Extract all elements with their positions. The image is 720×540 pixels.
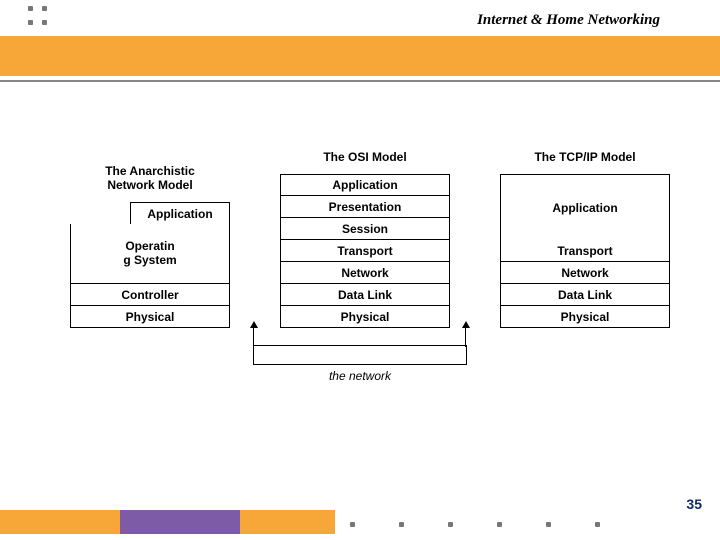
title-band [0, 36, 720, 76]
layer-transport: Transport [280, 240, 450, 262]
layer-transport: Transport [500, 240, 670, 262]
column-title: The TCP/IP Model [534, 150, 635, 164]
page-title: Internet & Home Networking [477, 12, 660, 29]
footer-dots [350, 522, 600, 527]
corner-dots [28, 6, 52, 30]
layer-application: Application [280, 174, 450, 196]
column-title: The OSI Model [323, 150, 406, 164]
model-column-tcpip: The TCP/IP Model Application Transport N… [500, 150, 670, 328]
page-number: 35 [686, 496, 702, 512]
column-title: The Anarchistic Network Model [105, 164, 195, 193]
network-label: the network [225, 369, 495, 383]
model-column-osi: The OSI Model Application Presentation S… [280, 150, 450, 328]
layer-physical: Physical [500, 306, 670, 328]
layer-data-link: Data Link [280, 284, 450, 306]
layer-application: Application [500, 174, 670, 240]
layer-data-link: Data Link [500, 284, 670, 306]
layer-presentation: Presentation [280, 196, 450, 218]
layer-operating-system: Operatin g System [70, 224, 230, 284]
layer-network: Network [280, 262, 450, 284]
layer-controller: Controller [70, 284, 230, 306]
layer-network: Network [500, 262, 670, 284]
model-column-anarchistic: The Anarchistic Network Model Applicatio… [70, 164, 230, 329]
network-models-diagram: The Anarchistic Network Model Applicatio… [70, 150, 670, 328]
layer-application: Application [130, 202, 230, 224]
layer-session: Session [280, 218, 450, 240]
footer-accent-bars [0, 510, 335, 534]
layer-physical: Physical [70, 306, 230, 328]
network-connector: the network [225, 325, 495, 395]
